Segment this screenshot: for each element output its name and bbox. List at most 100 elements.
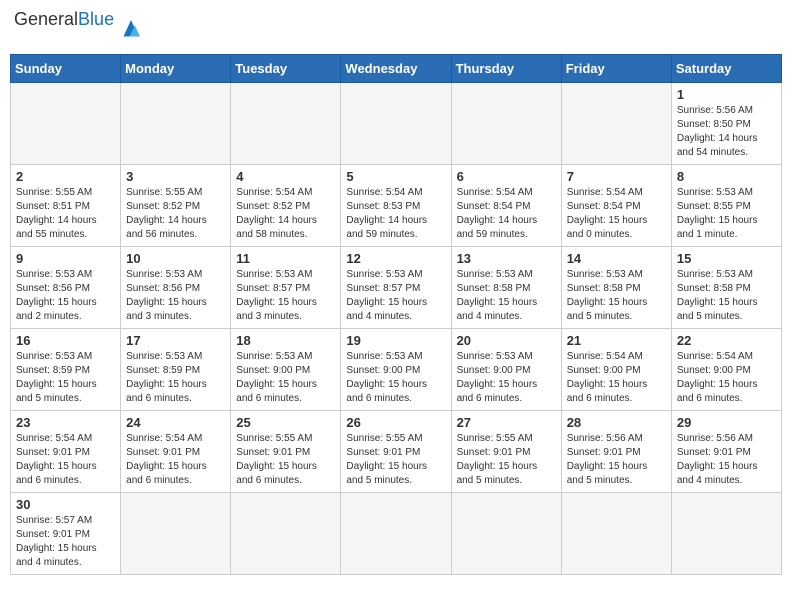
calendar-cell: 22 Sunrise: 5:54 AMSunset: 9:00 PMDayligh…	[671, 329, 781, 411]
day-number: 8	[677, 169, 776, 184]
calendar-cell: 12 Sunrise: 5:53 AMSunset: 8:57 PMDayligh…	[341, 247, 451, 329]
day-info: Sunrise: 5:54 AMSunset: 8:52 PMDaylight:…	[236, 186, 335, 242]
day-number: 18	[236, 333, 335, 348]
day-number: 19	[346, 333, 445, 348]
calendar-cell: 15 Sunrise: 5:53 AMSunset: 8:58 PMDayligh…	[671, 247, 781, 329]
day-number: 13	[457, 251, 556, 266]
calendar-table: SundayMondayTuesdayWednesdayThursdayFrid…	[10, 54, 782, 575]
day-info: Sunrise: 5:54 AMSunset: 9:00 PMDaylight:…	[677, 350, 776, 406]
day-header-wednesday: Wednesday	[341, 55, 451, 83]
day-header-tuesday: Tuesday	[231, 55, 341, 83]
calendar-week-6: 30 Sunrise: 5:57 AMSunset: 9:01 PMDayligh…	[11, 493, 782, 575]
calendar-cell	[341, 493, 451, 575]
day-info: Sunrise: 5:53 AMSunset: 9:00 PMDaylight:…	[457, 350, 556, 406]
calendar-week-1: 1Sunrise: 5:56 AMSunset: 8:50 PMDaylight…	[11, 83, 782, 165]
day-info: Sunrise: 5:56 AMSunset: 9:01 PMDaylight:…	[567, 432, 666, 488]
calendar-cell: 2Sunrise: 5:55 AMSunset: 8:51 PMDaylight…	[11, 165, 121, 247]
calendar-week-2: 2Sunrise: 5:55 AMSunset: 8:51 PMDaylight…	[11, 165, 782, 247]
calendar-cell: 24 Sunrise: 5:54 AMSunset: 9:01 PMDayligh…	[121, 411, 231, 493]
calendar-cell: 19 Sunrise: 5:53 AMSunset: 9:00 PMDayligh…	[341, 329, 451, 411]
calendar-cell: 1Sunrise: 5:56 AMSunset: 8:50 PMDaylight…	[671, 83, 781, 165]
header: GeneralBlue	[10, 10, 782, 48]
day-number: 25	[236, 415, 335, 430]
day-info: Sunrise: 5:56 AMSunset: 9:01 PMDaylight:…	[677, 432, 776, 488]
calendar-cell: 9Sunrise: 5:53 AMSunset: 8:56 PMDaylight…	[11, 247, 121, 329]
day-number: 11	[236, 251, 335, 266]
day-info: Sunrise: 5:53 AMSunset: 8:56 PMDaylight:…	[126, 268, 225, 324]
day-header-saturday: Saturday	[671, 55, 781, 83]
calendar-cell	[231, 493, 341, 575]
day-info: Sunrise: 5:53 AMSunset: 8:56 PMDaylight:…	[16, 268, 115, 324]
logo-icon	[116, 14, 146, 44]
day-number: 26	[346, 415, 445, 430]
day-info: Sunrise: 5:53 AMSunset: 8:57 PMDaylight:…	[346, 268, 445, 324]
day-info: Sunrise: 5:53 AMSunset: 8:58 PMDaylight:…	[457, 268, 556, 324]
day-info: Sunrise: 5:54 AMSunset: 9:01 PMDaylight:…	[16, 432, 115, 488]
day-info: Sunrise: 5:54 AMSunset: 8:54 PMDaylight:…	[457, 186, 556, 242]
day-header-sunday: Sunday	[11, 55, 121, 83]
day-number: 5	[346, 169, 445, 184]
day-number: 7	[567, 169, 666, 184]
day-info: Sunrise: 5:53 AMSunset: 8:59 PMDaylight:…	[126, 350, 225, 406]
calendar-cell: 20 Sunrise: 5:53 AMSunset: 9:00 PMDayligh…	[451, 329, 561, 411]
calendar-cell: 28 Sunrise: 5:56 AMSunset: 9:01 PMDayligh…	[561, 411, 671, 493]
day-number: 14	[567, 251, 666, 266]
logo-text: GeneralBlue	[14, 9, 114, 29]
calendar-cell: 8 Sunrise: 5:53 AMSunset: 8:55 PMDaylight…	[671, 165, 781, 247]
day-info: Sunrise: 5:55 AMSunset: 9:01 PMDaylight:…	[457, 432, 556, 488]
day-info: Sunrise: 5:53 AMSunset: 8:58 PMDaylight:…	[677, 268, 776, 324]
day-number: 30	[16, 497, 115, 512]
day-info: Sunrise: 5:54 AMSunset: 8:53 PMDaylight:…	[346, 186, 445, 242]
calendar-cell	[561, 83, 671, 165]
calendar-cell: 25 Sunrise: 5:55 AMSunset: 9:01 PMDayligh…	[231, 411, 341, 493]
calendar-cell: 7Sunrise: 5:54 AMSunset: 8:54 PMDaylight…	[561, 165, 671, 247]
day-header-monday: Monday	[121, 55, 231, 83]
day-number: 22	[677, 333, 776, 348]
calendar-cell: 29 Sunrise: 5:56 AMSunset: 9:01 PMDayligh…	[671, 411, 781, 493]
day-info: Sunrise: 5:55 AMSunset: 8:51 PMDaylight:…	[16, 186, 115, 242]
calendar-cell: 3Sunrise: 5:55 AMSunset: 8:52 PMDaylight…	[121, 165, 231, 247]
day-header-thursday: Thursday	[451, 55, 561, 83]
day-info: Sunrise: 5:53 AMSunset: 8:58 PMDaylight:…	[567, 268, 666, 324]
day-info: Sunrise: 5:55 AMSunset: 9:01 PMDaylight:…	[346, 432, 445, 488]
calendar-cell: 26 Sunrise: 5:55 AMSunset: 9:01 PMDayligh…	[341, 411, 451, 493]
calendar-cell: 30 Sunrise: 5:57 AMSunset: 9:01 PMDayligh…	[11, 493, 121, 575]
calendar-cell: 13 Sunrise: 5:53 AMSunset: 8:58 PMDayligh…	[451, 247, 561, 329]
day-number: 12	[346, 251, 445, 266]
calendar-cell	[671, 493, 781, 575]
day-info: Sunrise: 5:55 AMSunset: 9:01 PMDaylight:…	[236, 432, 335, 488]
calendar-cell: 5 Sunrise: 5:54 AMSunset: 8:53 PMDaylight…	[341, 165, 451, 247]
day-number: 20	[457, 333, 556, 348]
calendar-week-4: 16Sunrise: 5:53 AMSunset: 8:59 PMDayligh…	[11, 329, 782, 411]
day-info: Sunrise: 5:54 AMSunset: 9:00 PMDaylight:…	[567, 350, 666, 406]
calendar-cell: 10 Sunrise: 5:53 AMSunset: 8:56 PMDayligh…	[121, 247, 231, 329]
calendar-cell	[341, 83, 451, 165]
day-number: 15	[677, 251, 776, 266]
day-info: Sunrise: 5:53 AMSunset: 9:00 PMDaylight:…	[346, 350, 445, 406]
day-info: Sunrise: 5:53 AMSunset: 8:55 PMDaylight:…	[677, 186, 776, 242]
calendar-cell	[121, 83, 231, 165]
calendar-cell: 21 Sunrise: 5:54 AMSunset: 9:00 PMDayligh…	[561, 329, 671, 411]
day-number: 29	[677, 415, 776, 430]
day-header-friday: Friday	[561, 55, 671, 83]
calendar-week-5: 23Sunrise: 5:54 AMSunset: 9:01 PMDayligh…	[11, 411, 782, 493]
day-info: Sunrise: 5:56 AMSunset: 8:50 PMDaylight:…	[677, 104, 776, 160]
logo: GeneralBlue	[14, 10, 146, 48]
day-info: Sunrise: 5:53 AMSunset: 9:00 PMDaylight:…	[236, 350, 335, 406]
day-number: 24	[126, 415, 225, 430]
day-number: 10	[126, 251, 225, 266]
day-info: Sunrise: 5:54 AMSunset: 9:01 PMDaylight:…	[126, 432, 225, 488]
day-info: Sunrise: 5:53 AMSunset: 8:57 PMDaylight:…	[236, 268, 335, 324]
day-number: 28	[567, 415, 666, 430]
calendar-cell	[561, 493, 671, 575]
calendar-cell: 18 Sunrise: 5:53 AMSunset: 9:00 PMDayligh…	[231, 329, 341, 411]
calendar-cell	[11, 83, 121, 165]
calendar-cell: 17Sunrise: 5:53 AMSunset: 8:59 PMDayligh…	[121, 329, 231, 411]
day-number: 21	[567, 333, 666, 348]
calendar-week-3: 9Sunrise: 5:53 AMSunset: 8:56 PMDaylight…	[11, 247, 782, 329]
day-number: 6	[457, 169, 556, 184]
calendar-cell: 23Sunrise: 5:54 AMSunset: 9:01 PMDayligh…	[11, 411, 121, 493]
calendar-cell: 6 Sunrise: 5:54 AMSunset: 8:54 PMDaylight…	[451, 165, 561, 247]
day-number: 27	[457, 415, 556, 430]
day-info: Sunrise: 5:57 AMSunset: 9:01 PMDaylight:…	[16, 514, 115, 570]
